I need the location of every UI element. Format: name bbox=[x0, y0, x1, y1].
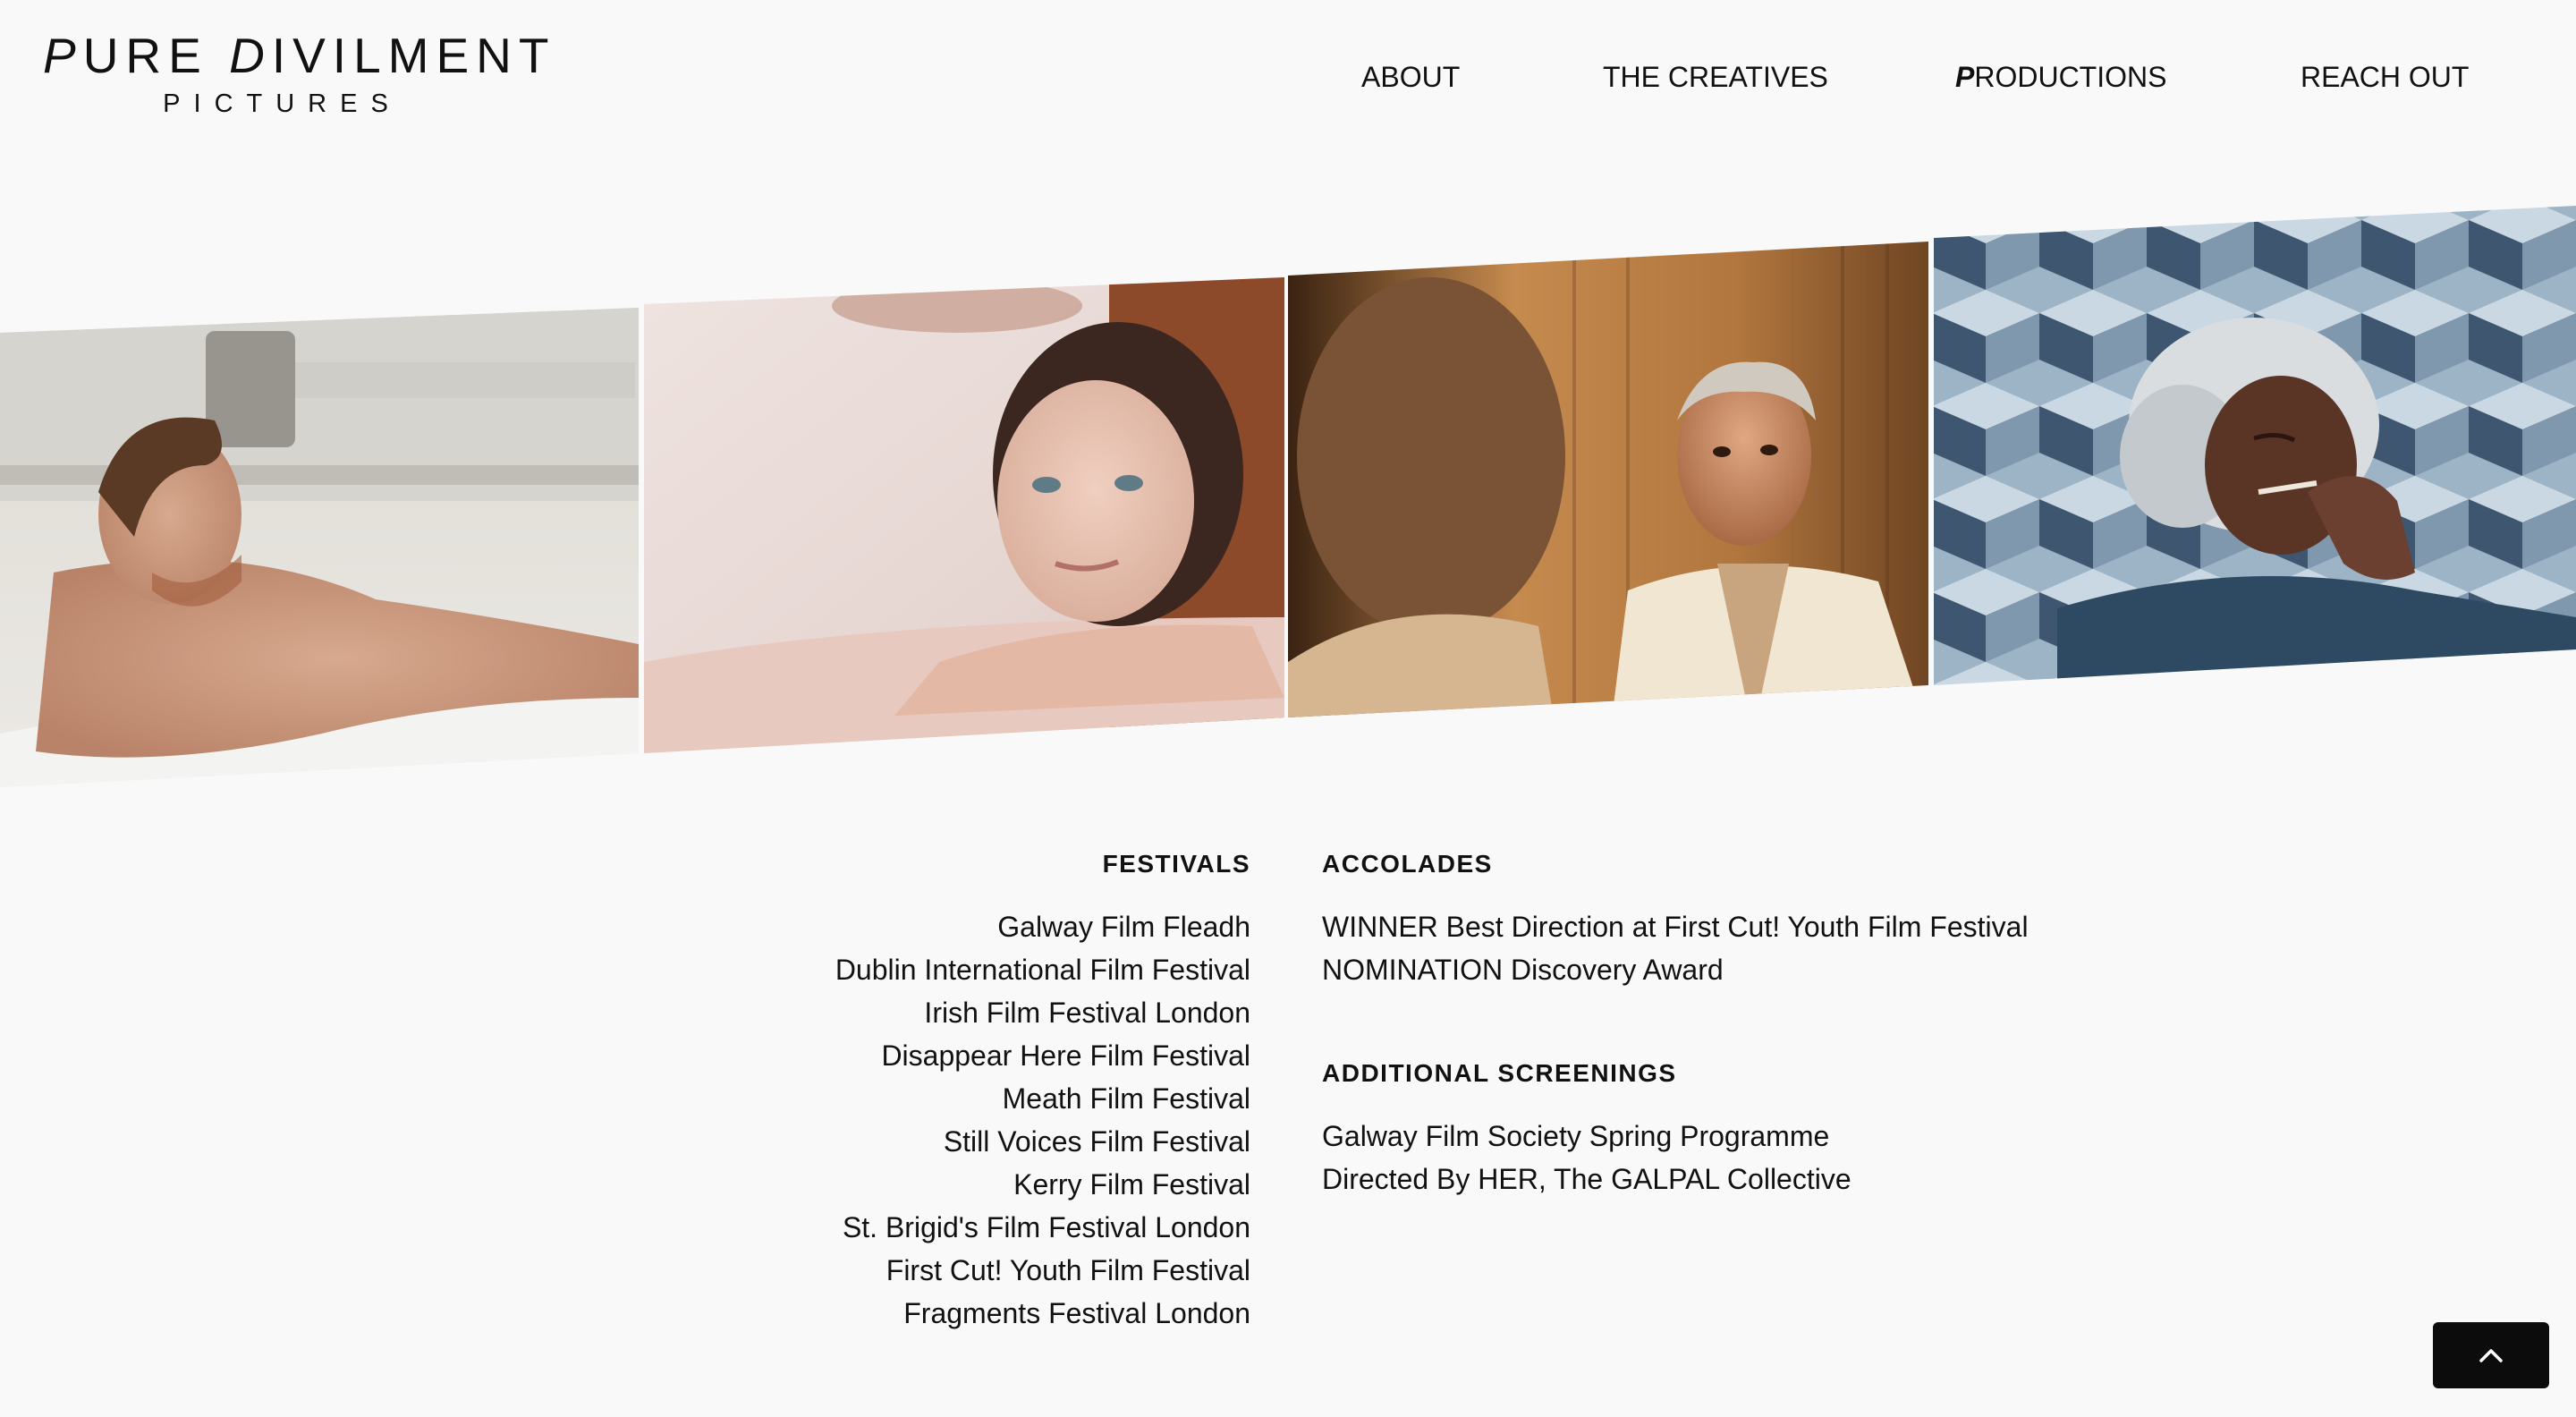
logo-title-part-2: IVILMENT bbox=[271, 28, 556, 83]
screening-item: Galway Film Society Spring Programme bbox=[1322, 1120, 1830, 1152]
accolades-heading: ACCOLADES bbox=[1322, 850, 1493, 878]
logo-title-part-1: URE bbox=[82, 28, 230, 83]
logo-initial-p: P bbox=[43, 28, 83, 83]
additional-screenings-section: ADDITIONAL SCREENINGS Galway Film Societ… bbox=[1322, 1057, 2029, 1201]
festival-item: Disappear Here Film Festival bbox=[881, 1039, 1250, 1072]
nav-about[interactable]: ABOUT bbox=[1361, 59, 1460, 95]
screenings-list: Galway Film Society Spring Programme Dir… bbox=[1322, 1115, 2029, 1201]
chevron-up-icon bbox=[2479, 1349, 2503, 1362]
festival-item: First Cut! Youth Film Festival bbox=[886, 1254, 1250, 1286]
festivals-list: Galway Film Fleadh Dublin International … bbox=[835, 905, 1250, 1335]
festival-item: Kerry Film Festival bbox=[1013, 1168, 1250, 1201]
festivals-section: FESTIVALS Galway Film Fleadh Dublin Inte… bbox=[835, 848, 1250, 1335]
nav-the-creatives[interactable]: THE CREATIVES bbox=[1603, 59, 1828, 95]
festival-item: Fragments Festival London bbox=[903, 1297, 1250, 1329]
logo-title: PURE DIVILMENT bbox=[43, 27, 548, 84]
still-woman-in-bath[interactable] bbox=[644, 268, 1288, 769]
nav-productions-initial: P bbox=[1955, 61, 1975, 93]
accolades-section: ACCOLADES WINNER Best Direction at First… bbox=[1322, 848, 2029, 1201]
festival-item: Irish Film Festival London bbox=[924, 997, 1250, 1029]
festival-item: Meath Film Festival bbox=[1002, 1082, 1250, 1115]
accolade-item: NOMINATION Discovery Award bbox=[1322, 954, 1724, 986]
festival-item: St. Brigid's Film Festival London bbox=[842, 1211, 1250, 1243]
festival-item: Galway Film Fleadh bbox=[997, 911, 1250, 943]
screening-item: Directed By HER, The GALPAL Collective bbox=[1322, 1163, 1852, 1195]
logo-initial-d: D bbox=[229, 28, 272, 83]
back-to-top-button[interactable] bbox=[2433, 1322, 2549, 1388]
nav-productions-rest: RODUCTIONS bbox=[1974, 61, 2167, 93]
accolades-list: WINNER Best Direction at First Cut! Yout… bbox=[1322, 905, 2029, 991]
logo-subtitle: PICTURES bbox=[163, 89, 402, 118]
nav-productions[interactable]: PRODUCTIONS bbox=[1955, 59, 2166, 95]
still-older-man-in-robe[interactable] bbox=[1288, 233, 1932, 734]
still-man-in-bathtub[interactable] bbox=[0, 286, 639, 796]
festival-item: Still Voices Film Festival bbox=[943, 1125, 1250, 1158]
nav-reach-out[interactable]: REACH OUT bbox=[2301, 59, 2469, 95]
still-woman-smoking-on-tiles[interactable] bbox=[1934, 197, 2576, 698]
festivals-heading: FESTIVALS bbox=[1102, 850, 1250, 878]
production-stills-strip bbox=[0, 197, 2576, 796]
festival-item: Dublin International Film Festival bbox=[835, 954, 1250, 986]
accolade-item: WINNER Best Direction at First Cut! Yout… bbox=[1322, 911, 2029, 943]
site-logo[interactable]: PURE DIVILMENT PICTURES bbox=[43, 27, 548, 122]
additional-screenings-heading: ADDITIONAL SCREENINGS bbox=[1322, 1059, 1677, 1087]
